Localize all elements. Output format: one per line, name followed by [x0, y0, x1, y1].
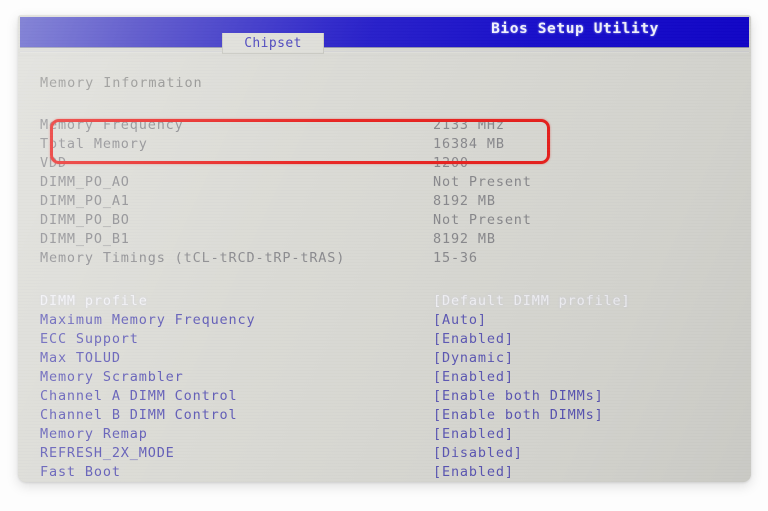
info-label: Total Memory	[40, 136, 148, 152]
info-value: Not Present	[433, 212, 532, 228]
bios-screen-photo: Bios Setup Utility Chipset Memory Inform…	[0, 0, 768, 511]
tab-chipset[interactable]: Chipset	[222, 33, 324, 54]
info-row-memory-frequency: Memory Frequency 2133 MHz	[18, 117, 751, 136]
info-label: DIMM_PO_A1	[40, 193, 130, 209]
settings-content: Memory Information Memory Frequency 2133…	[18, 57, 751, 482]
info-label: DIMM_PO_BO	[40, 212, 130, 228]
setting-label: Channel B DIMM Control	[40, 407, 238, 423]
title-bar: Bios Setup Utility	[20, 17, 749, 48]
info-value: 16384 MB	[433, 136, 505, 152]
info-value: Not Present	[433, 174, 532, 190]
setting-value[interactable]: [Default DIMM profile]	[433, 293, 631, 309]
info-row-dimm-po-bo: DIMM_PO_BO Not Present	[18, 212, 751, 231]
setting-value[interactable]: [Dynamic]	[433, 350, 514, 366]
header-divider	[20, 51, 749, 53]
info-label: DIMM_PO_AO	[40, 174, 130, 190]
info-row-memory-timings: Memory Timings (tCL-tRCD-tRP-tRAS) 15-36	[18, 250, 751, 269]
setting-row-memory-remap[interactable]: Memory Remap [Enabled]	[18, 426, 751, 445]
section-heading-memory-information: Memory Information	[40, 75, 203, 91]
info-label: Memory Timings (tCL-tRCD-tRP-tRAS)	[40, 250, 346, 266]
setting-row-max-tolud[interactable]: Max TOLUD [Dynamic]	[18, 350, 751, 369]
setting-label: Fast Boot	[40, 464, 121, 480]
setting-row-channel-b-dimm-control[interactable]: Channel B DIMM Control [Enable both DIMM…	[18, 407, 751, 426]
setting-row-refresh-2x-mode[interactable]: REFRESH_2X_MODE [Disabled]	[18, 445, 751, 464]
setting-label: REFRESH_2X_MODE	[40, 445, 175, 461]
setting-value[interactable]: [Enable both DIMMs]	[433, 407, 604, 423]
page-title: Bios Setup Utility	[491, 21, 659, 37]
setting-label: Memory Remap	[40, 426, 148, 442]
setting-row-dimm-profile[interactable]: DIMM profile [Default DIMM profile]	[18, 293, 751, 312]
setting-value[interactable]: [Enabled]	[433, 331, 514, 347]
info-value: 15-36	[433, 250, 478, 266]
setting-label: Channel A DIMM Control	[40, 388, 238, 404]
setting-value[interactable]: [Enabled]	[433, 426, 514, 442]
setting-row-memory-scrambler[interactable]: Memory Scrambler [Enabled]	[18, 369, 751, 388]
setting-label: Memory Scrambler	[40, 369, 184, 385]
setting-row-channel-a-dimm-control[interactable]: Channel A DIMM Control [Enable both DIMM…	[18, 388, 751, 407]
info-row-vdd: VDD 1200	[18, 155, 751, 174]
setting-row-maximum-memory-frequency[interactable]: Maximum Memory Frequency [Auto]	[18, 312, 751, 331]
info-label: DIMM_PO_B1	[40, 231, 130, 247]
info-value: 2133 MHz	[433, 117, 505, 133]
info-label: VDD	[40, 155, 67, 171]
info-row-dimm-po-ao: DIMM_PO_AO Not Present	[18, 174, 751, 193]
setting-row-ecc-support[interactable]: ECC Support [Enabled]	[18, 331, 751, 350]
setting-value[interactable]: [Auto]	[433, 312, 487, 328]
info-row-total-memory: Total Memory 16384 MB	[18, 136, 751, 155]
setting-value[interactable]: [Enable both DIMMs]	[433, 388, 604, 404]
info-row-dimm-po-a1: DIMM_PO_A1 8192 MB	[18, 193, 751, 212]
info-value: 8192 MB	[433, 193, 496, 209]
setting-label: DIMM profile	[40, 293, 148, 309]
setting-label: Maximum Memory Frequency	[40, 312, 256, 328]
bios-setup-panel: Bios Setup Utility Chipset Memory Inform…	[18, 15, 751, 482]
setting-label: Max TOLUD	[40, 350, 121, 366]
setting-label: ECC Support	[40, 331, 139, 347]
info-value: 1200	[433, 155, 469, 171]
setting-value[interactable]: [Disabled]	[433, 445, 523, 461]
info-label: Memory Frequency	[40, 117, 184, 133]
setting-value[interactable]: [Enabled]	[433, 464, 514, 480]
setting-value[interactable]: [Enabled]	[433, 369, 514, 385]
info-row-dimm-po-b1: DIMM_PO_B1 8192 MB	[18, 231, 751, 250]
setting-row-fast-boot[interactable]: Fast Boot [Enabled]	[18, 464, 751, 482]
info-value: 8192 MB	[433, 231, 496, 247]
tab-chipset-label: Chipset	[244, 35, 302, 51]
